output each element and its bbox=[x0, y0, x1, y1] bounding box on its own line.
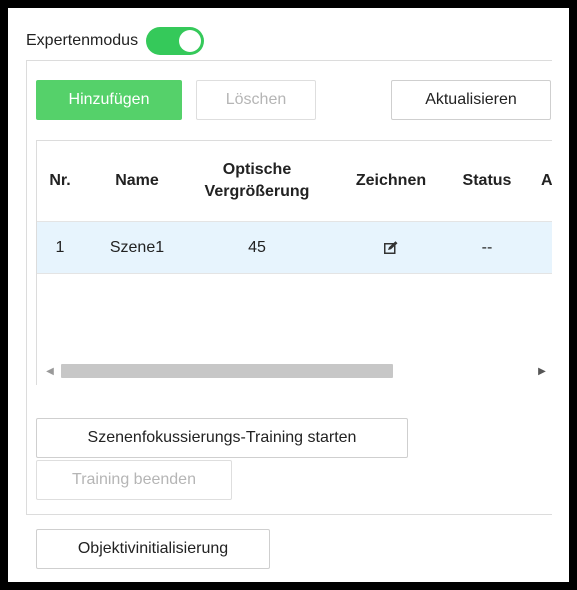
header-name[interactable]: Name bbox=[97, 141, 177, 221]
cell-name: Szene1 bbox=[109, 238, 165, 256]
refresh-button[interactable]: Aktualisieren bbox=[391, 80, 551, 120]
scrollbar-thumb[interactable] bbox=[61, 364, 393, 378]
scroll-left-arrow-icon[interactable]: ◀ bbox=[45, 365, 55, 377]
header-nr[interactable]: Nr. bbox=[37, 141, 83, 221]
scene-table: Nr. Name Optische Vergrößerung Zeichnen … bbox=[36, 140, 552, 385]
toggle-knob bbox=[179, 30, 202, 52]
cell-draw bbox=[341, 222, 441, 273]
expert-mode-row: Expertenmodus bbox=[26, 26, 205, 56]
horizontal-scrollbar[interactable]: ◀ ▶ bbox=[37, 361, 552, 381]
delete-button[interactable]: Löschen bbox=[196, 80, 316, 120]
header-optical-zoom-line1: Optische bbox=[222, 161, 292, 178]
header-status[interactable]: Status bbox=[451, 141, 523, 221]
scroll-right-arrow-icon[interactable]: ▶ bbox=[537, 365, 547, 377]
add-button[interactable]: Hinzufügen bbox=[36, 80, 182, 120]
header-optical-zoom[interactable]: Optische Vergrößerung bbox=[187, 141, 327, 221]
expert-mode-toggle[interactable] bbox=[146, 27, 205, 55]
edit-icon[interactable] bbox=[384, 241, 398, 254]
expert-mode-label: Expertenmodus bbox=[26, 32, 139, 49]
lens-initialization-button[interactable]: Objektivinitialisierung bbox=[36, 529, 270, 569]
header-truncated-column: A bbox=[541, 172, 552, 189]
cell-optical-zoom: 45 bbox=[248, 238, 266, 256]
header-optical-zoom-line2: Vergrößerung bbox=[204, 183, 310, 200]
stop-training-button[interactable]: Training beenden bbox=[36, 460, 232, 500]
cell-status: -- bbox=[481, 238, 493, 256]
cell-nr: 1 bbox=[55, 238, 65, 256]
start-training-button[interactable]: Szenenfokussierungs-Training starten bbox=[36, 418, 408, 458]
table-header: Nr. Name Optische Vergrößerung Zeichnen … bbox=[37, 141, 552, 222]
table-row[interactable]: 1 Szene1 45 -- bbox=[37, 222, 552, 274]
header-draw[interactable]: Zeichnen bbox=[341, 141, 441, 221]
